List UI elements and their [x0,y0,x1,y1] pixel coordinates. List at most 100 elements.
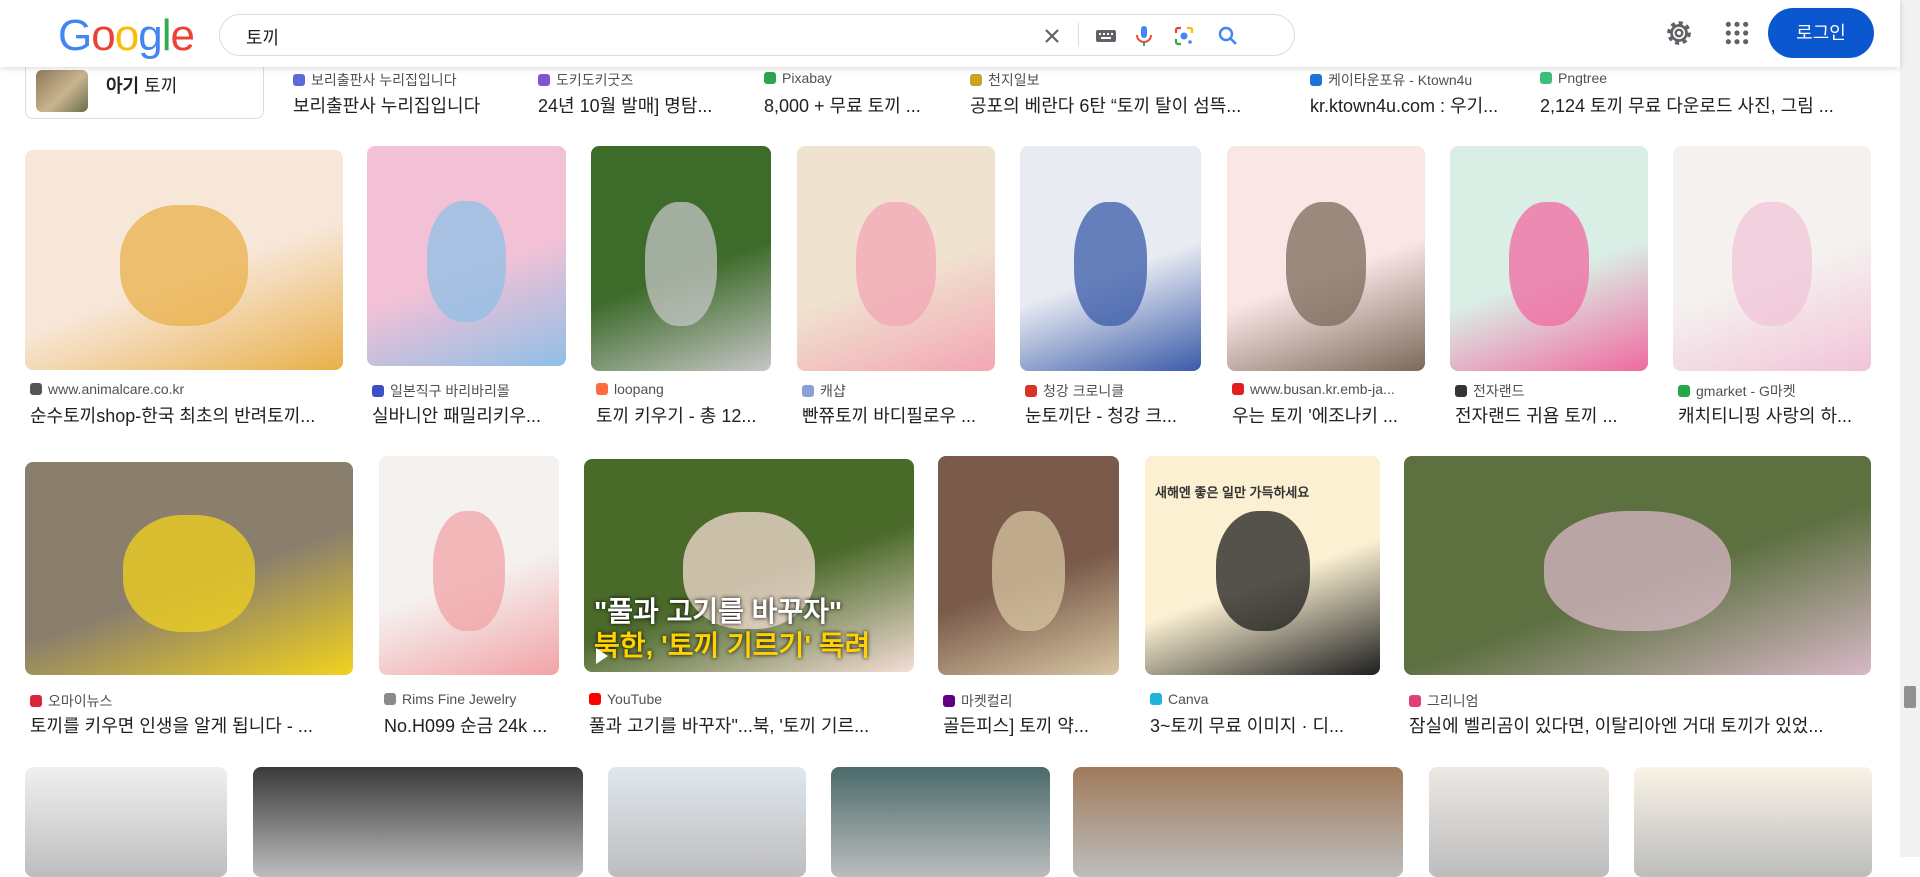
result-source[interactable]: 보리출판사 누리집입니다 [293,70,457,90]
result-image[interactable]: 새해엔 좋은 일만 가득하세요 [1145,456,1380,675]
result-source[interactable]: gmarket - G마켓 [1678,381,1796,401]
result-source-text: gmarket - G마켓 [1696,383,1796,399]
result-image[interactable] [591,146,771,371]
result-source[interactable]: 오마이뉴스 [30,691,112,711]
site-favicon [384,693,396,705]
result-source[interactable]: 그리니엄 [1409,691,1479,711]
result-image[interactable] [938,456,1119,675]
search-icon[interactable] [1216,24,1240,48]
search-input[interactable]: 토끼 [246,24,279,50]
result-image[interactable]: "풀과 고기를 바꾸자" 북한, '토끼 기르기' 독려 [584,459,914,672]
result-image[interactable] [25,462,353,675]
scrollbar-track[interactable] [1900,0,1920,857]
lens-icon[interactable] [1172,24,1196,48]
result-title[interactable]: 골든피스] 토끼 약... [943,712,1089,738]
result-image[interactable] [1404,456,1871,675]
result-image[interactable] [379,456,559,675]
result-source[interactable]: 케이타운포유 - Ktown4u [1310,70,1472,90]
result-title[interactable]: 순수토끼shop-한국 최초의 반려토끼... [30,402,315,428]
site-favicon [1232,383,1244,395]
result-source-text: 케이타운포유 - Ktown4u [1328,72,1473,88]
result-source[interactable]: Pngtree [1540,70,1607,86]
result-title[interactable]: 보리출판사 누리집입니다 [293,92,480,118]
result-source[interactable]: 캐샵 [802,381,846,401]
result-source[interactable]: YouTube [589,691,662,707]
result-title[interactable]: 빤쮸토끼 바디필로우 ... [802,402,976,428]
site-favicon [372,385,384,397]
result-source[interactable]: 일본직구 바리바리몰 [372,381,510,401]
result-source[interactable]: www.animalcare.co.kr [30,381,184,397]
result-source[interactable]: 마켓컬리 [943,691,1013,711]
result-title[interactable]: 24년 10월 발매] 명탐... [538,92,712,118]
site-favicon [802,385,814,397]
result-source[interactable]: 청강 크로니클 [1025,381,1124,401]
result-image[interactable] [1429,767,1609,877]
result-source-text: 보리출판사 누리집입니다 [311,72,457,88]
site-favicon [30,383,42,395]
result-image[interactable] [608,767,806,877]
result-image[interactable] [25,767,227,877]
video-caption-line2: 북한, '토끼 기르기' 독려 [594,630,871,661]
image-subject [645,202,717,326]
result-image[interactable] [1227,146,1425,371]
result-image[interactable] [1450,146,1648,371]
result-title[interactable]: 실바니안 패밀리키우... [372,402,541,428]
result-title[interactable]: 2,124 토끼 무료 다운로드 사진, 그림 ... [1540,92,1834,118]
related-search-chip[interactable]: 아기 토끼 [25,66,264,119]
result-title[interactable]: 3~토끼 무료 이미지 · 디... [1150,712,1344,738]
google-logo[interactable]: Google [58,11,195,60]
result-source-text: Rims Fine Jewelry [402,691,517,707]
result-title[interactable]: 캐치티니핑 사랑의 하... [1678,402,1852,428]
result-source-text: 도키도키굿즈 [556,72,634,88]
scrollbar-thumb[interactable] [1904,686,1916,708]
result-title[interactable]: No.H099 순금 24k ... [384,712,547,738]
site-favicon [596,383,608,395]
result-image[interactable] [25,150,343,370]
result-source-text: 천지일보 [988,72,1040,88]
site-favicon [1409,695,1421,707]
result-image[interactable] [1020,146,1201,371]
result-title[interactable]: 잠실에 벨리곰이 있다면, 이탈리아엔 거대 토끼가 있었... [1409,712,1823,738]
result-image[interactable] [367,146,566,366]
clear-icon[interactable] [1040,24,1064,48]
site-favicon [1025,385,1037,397]
result-source[interactable]: 천지일보 [970,70,1040,90]
result-title[interactable]: 토끼를 키우면 인생을 알게 됩니다 - ... [30,712,313,738]
result-image[interactable] [1673,146,1871,371]
result-source[interactable]: 전자랜드 [1455,381,1525,401]
result-image[interactable] [1634,767,1872,877]
result-source-text: 전자랜드 [1473,383,1525,399]
logo-letter: e [170,11,195,60]
top-bar: Google 토끼 로그인 [0,0,1900,67]
result-image[interactable] [831,767,1050,877]
result-title[interactable]: kr.ktown4u.com : 우기... [1310,92,1498,118]
result-title[interactable]: 눈토끼단 - 청강 크... [1025,402,1177,428]
result-source-text: Pixabay [782,70,832,86]
related-thumbnail [36,70,88,112]
result-source[interactable]: Pixabay [764,70,832,86]
result-title[interactable]: 공포의 베란다 6탄 “토끼 탈이 섬뜩... [970,92,1241,118]
result-source[interactable]: www.busan.kr.emb-ja... [1232,381,1395,397]
result-source[interactable]: Rims Fine Jewelry [384,691,516,707]
result-title[interactable]: 토끼 키우기 - 총 12... [596,402,756,428]
image-subject [856,202,936,326]
result-title[interactable]: 우는 토끼 '에조나키 ... [1232,402,1398,428]
keyboard-icon[interactable] [1094,24,1118,48]
result-title[interactable]: 풀과 고기를 바꾸자"...북, '토끼 기르... [589,712,869,738]
result-source[interactable]: 도키도키굿즈 [538,70,633,90]
result-title[interactable]: 8,000 + 무료 토끼 ... [764,92,921,118]
result-source[interactable]: loopang [596,381,664,397]
result-image[interactable] [253,767,583,877]
settings-icon[interactable] [1664,18,1694,48]
search-box[interactable]: 토끼 [219,14,1295,56]
result-image[interactable] [797,146,995,371]
image-subject [1509,202,1589,326]
result-source[interactable]: Canva [1150,691,1208,707]
result-title[interactable]: 전자랜드 귀욤 토끼 ... [1455,402,1618,428]
mic-icon[interactable] [1132,24,1156,48]
result-image[interactable] [1073,767,1403,877]
result-source-text: YouTube [607,691,663,707]
login-button[interactable]: 로그인 [1768,8,1874,58]
apps-icon[interactable] [1724,20,1750,46]
play-icon[interactable] [596,648,608,664]
